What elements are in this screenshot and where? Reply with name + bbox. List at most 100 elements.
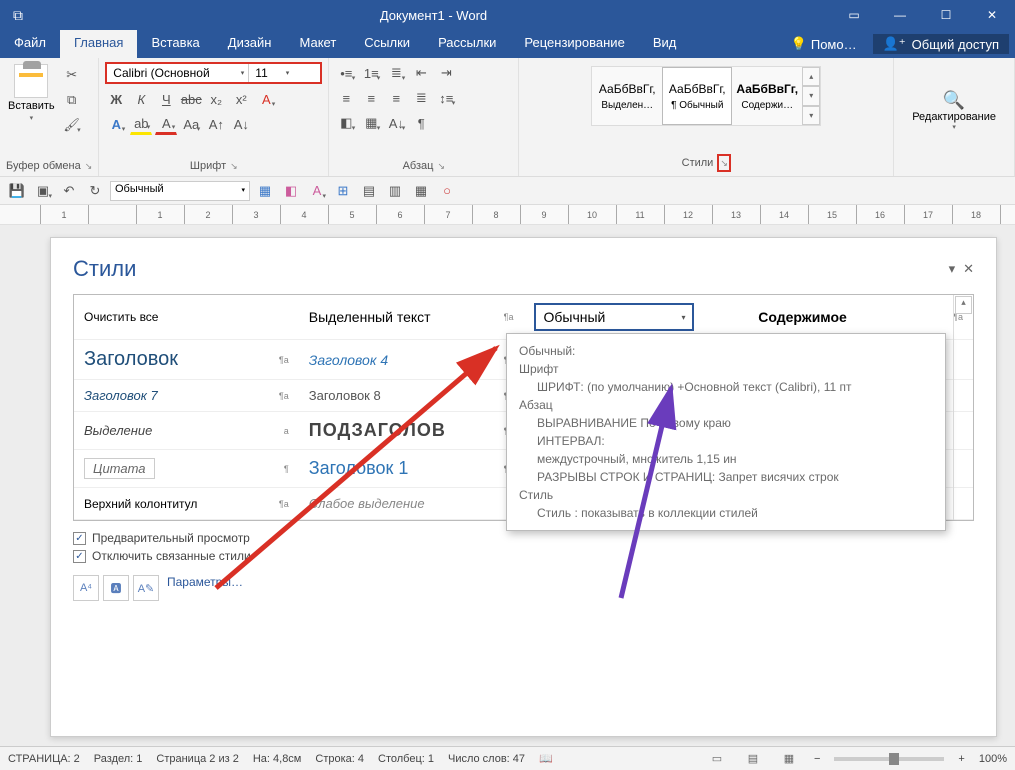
paste-button[interactable]: Вставить ▾: [6, 62, 57, 158]
qat-btn-6[interactable]: ▥: [384, 180, 406, 202]
tab-file[interactable]: Файл: [0, 30, 60, 58]
copy-button[interactable]: ⧉: [61, 89, 83, 111]
save-button[interactable]: 💾: [6, 180, 28, 202]
superscript-button[interactable]: x²: [230, 88, 252, 110]
line-spacing-button[interactable]: ↕≡: [435, 87, 457, 109]
tab-design[interactable]: Дизайн: [214, 30, 286, 58]
qat-btn-4[interactable]: ⊞: [332, 180, 354, 202]
maximize-button[interactable]: ☐: [923, 0, 969, 30]
undo-button[interactable]: ↶: [58, 180, 80, 202]
view-read-button[interactable]: ▭: [706, 750, 728, 768]
styles-launcher-highlighted[interactable]: ↘: [717, 154, 731, 172]
shading-button[interactable]: ◧: [335, 112, 357, 134]
redo-button[interactable]: ↻: [84, 180, 106, 202]
zoom-out-button[interactable]: −: [814, 753, 820, 765]
bold-button[interactable]: Ж: [105, 88, 127, 110]
qat-btn-3[interactable]: A: [306, 180, 328, 202]
style-subtle-emphasis[interactable]: Слабое выделениеa: [299, 488, 524, 520]
style-tile-highlight[interactable]: АаБбВвГг, Выделен…: [592, 67, 662, 125]
qat-btn-5[interactable]: ▤: [358, 180, 380, 202]
style-subtitle[interactable]: ПОДЗАГОЛОВ¶a: [299, 412, 524, 450]
justify-button[interactable]: ≣: [410, 87, 432, 109]
status-section[interactable]: Раздел: 1: [94, 753, 143, 765]
qat-btn-1[interactable]: ▦: [254, 180, 276, 202]
style-heading7[interactable]: Заголовок 7¶a: [74, 380, 299, 412]
style-heading1[interactable]: Заголовок 1¶a: [299, 450, 524, 488]
format-painter[interactable]: 🖌: [61, 114, 83, 136]
qat-btn-8[interactable]: ○: [436, 180, 458, 202]
multilevel-button[interactable]: ≣: [385, 62, 407, 84]
qat-btn-2[interactable]: ◧: [280, 180, 302, 202]
show-marks-button[interactable]: ¶: [410, 112, 432, 134]
share-button[interactable]: 👤⁺Общий доступ: [873, 34, 1009, 54]
tab-references[interactable]: Ссылки: [350, 30, 424, 58]
tab-view[interactable]: Вид: [639, 30, 691, 58]
tab-mailings[interactable]: Рассылки: [424, 30, 510, 58]
cut-button[interactable]: ✂: [61, 64, 83, 86]
font-size-combo[interactable]: 11: [249, 64, 293, 82]
parameters-link[interactable]: Параметры…: [159, 567, 251, 597]
ribbon-opts-icon[interactable]: ▭: [831, 0, 877, 30]
chk-preview[interactable]: ✓Предварительный просмотр: [73, 531, 974, 545]
style-tile-normal[interactable]: АаБбВвГг, ¶ Обычный: [662, 67, 732, 125]
clear-format-button[interactable]: A: [255, 88, 277, 110]
subscript-button[interactable]: x₂: [205, 88, 227, 110]
pane-dropdown-icon[interactable]: ▾: [949, 261, 956, 277]
underline-button[interactable]: Ч: [155, 88, 177, 110]
status-page[interactable]: СТРАНИЦА: 2: [8, 753, 80, 765]
new-style-button[interactable]: A⁴: [73, 575, 99, 601]
paragraph-launcher-icon[interactable]: ↘: [437, 161, 445, 172]
font-launcher-icon[interactable]: ↘: [230, 161, 238, 172]
zoom-value[interactable]: 100%: [979, 753, 1007, 765]
tab-review[interactable]: Рецензирование: [510, 30, 638, 58]
sort-button[interactable]: A↓: [385, 112, 407, 134]
qat-new[interactable]: ▣: [32, 180, 54, 202]
qat-btn-7[interactable]: ▦: [410, 180, 432, 202]
style-gallery-more[interactable]: ▴▾▾: [802, 67, 820, 125]
clipboard-launcher-icon[interactable]: ↘: [85, 161, 93, 172]
inc-indent-button[interactable]: ⇥: [435, 62, 457, 84]
font-name-combo[interactable]: Calibri (Основной: [107, 64, 249, 82]
italic-button[interactable]: К: [130, 88, 152, 110]
style-quote[interactable]: Цитата¶: [74, 450, 299, 488]
zoom-slider[interactable]: [834, 757, 944, 761]
text-effects-button[interactable]: A: [105, 113, 127, 135]
style-heading4[interactable]: Заголовок 4¶a: [299, 340, 524, 380]
borders-button[interactable]: ▦: [360, 112, 382, 134]
status-at[interactable]: На: 4,8см: [253, 753, 302, 765]
close-button[interactable]: ✕: [969, 0, 1015, 30]
status-spell-icon[interactable]: 📖: [539, 752, 553, 765]
style-header-footer[interactable]: Верхний колонтитул¶a: [74, 488, 299, 520]
align-left-button[interactable]: ≡: [335, 87, 357, 109]
style-tile-contents[interactable]: АаБбВвГг, Содержи…: [732, 67, 802, 125]
change-case-button[interactable]: Aa: [180, 113, 202, 135]
font-color-button[interactable]: A: [155, 113, 177, 135]
style-heading[interactable]: Заголовок¶a: [74, 340, 299, 380]
align-right-button[interactable]: ≡: [385, 87, 407, 109]
status-line[interactable]: Строка: 4: [315, 753, 364, 765]
bullets-button[interactable]: •≡: [335, 62, 357, 84]
zoom-in-button[interactable]: +: [958, 753, 964, 765]
tab-insert[interactable]: Вставка: [137, 30, 213, 58]
dec-indent-button[interactable]: ⇤: [410, 62, 432, 84]
tell-me[interactable]: 💡Помо…: [783, 36, 865, 52]
tab-layout[interactable]: Макет: [285, 30, 350, 58]
strike-button[interactable]: abc: [180, 88, 202, 110]
view-print-button[interactable]: ▤: [742, 750, 764, 768]
style-heading8[interactable]: Заголовок 8¶a: [299, 380, 524, 412]
minimize-button[interactable]: —: [877, 0, 923, 30]
shrink-font-button[interactable]: A↓: [230, 113, 252, 135]
styles-scrollbar[interactable]: ▴: [953, 295, 973, 520]
status-col[interactable]: Столбец: 1: [378, 753, 434, 765]
style-highlighted-text[interactable]: Выделенный текст¶a: [299, 295, 524, 340]
numbering-button[interactable]: 1≡: [360, 62, 382, 84]
highlight-button[interactable]: ab: [130, 113, 152, 135]
style-inspector-button[interactable]: 🅰: [103, 575, 129, 601]
align-center-button[interactable]: ≡: [360, 87, 382, 109]
editing-button[interactable]: Редактирование: [912, 111, 996, 123]
status-words[interactable]: Число слов: 47: [448, 753, 525, 765]
pane-close-icon[interactable]: ✕: [963, 261, 974, 277]
style-emphasis[interactable]: Выделениеa: [74, 412, 299, 450]
chk-disable-linked[interactable]: ✓Отключить связанные стили: [73, 549, 974, 563]
tab-home[interactable]: Главная: [60, 30, 137, 58]
